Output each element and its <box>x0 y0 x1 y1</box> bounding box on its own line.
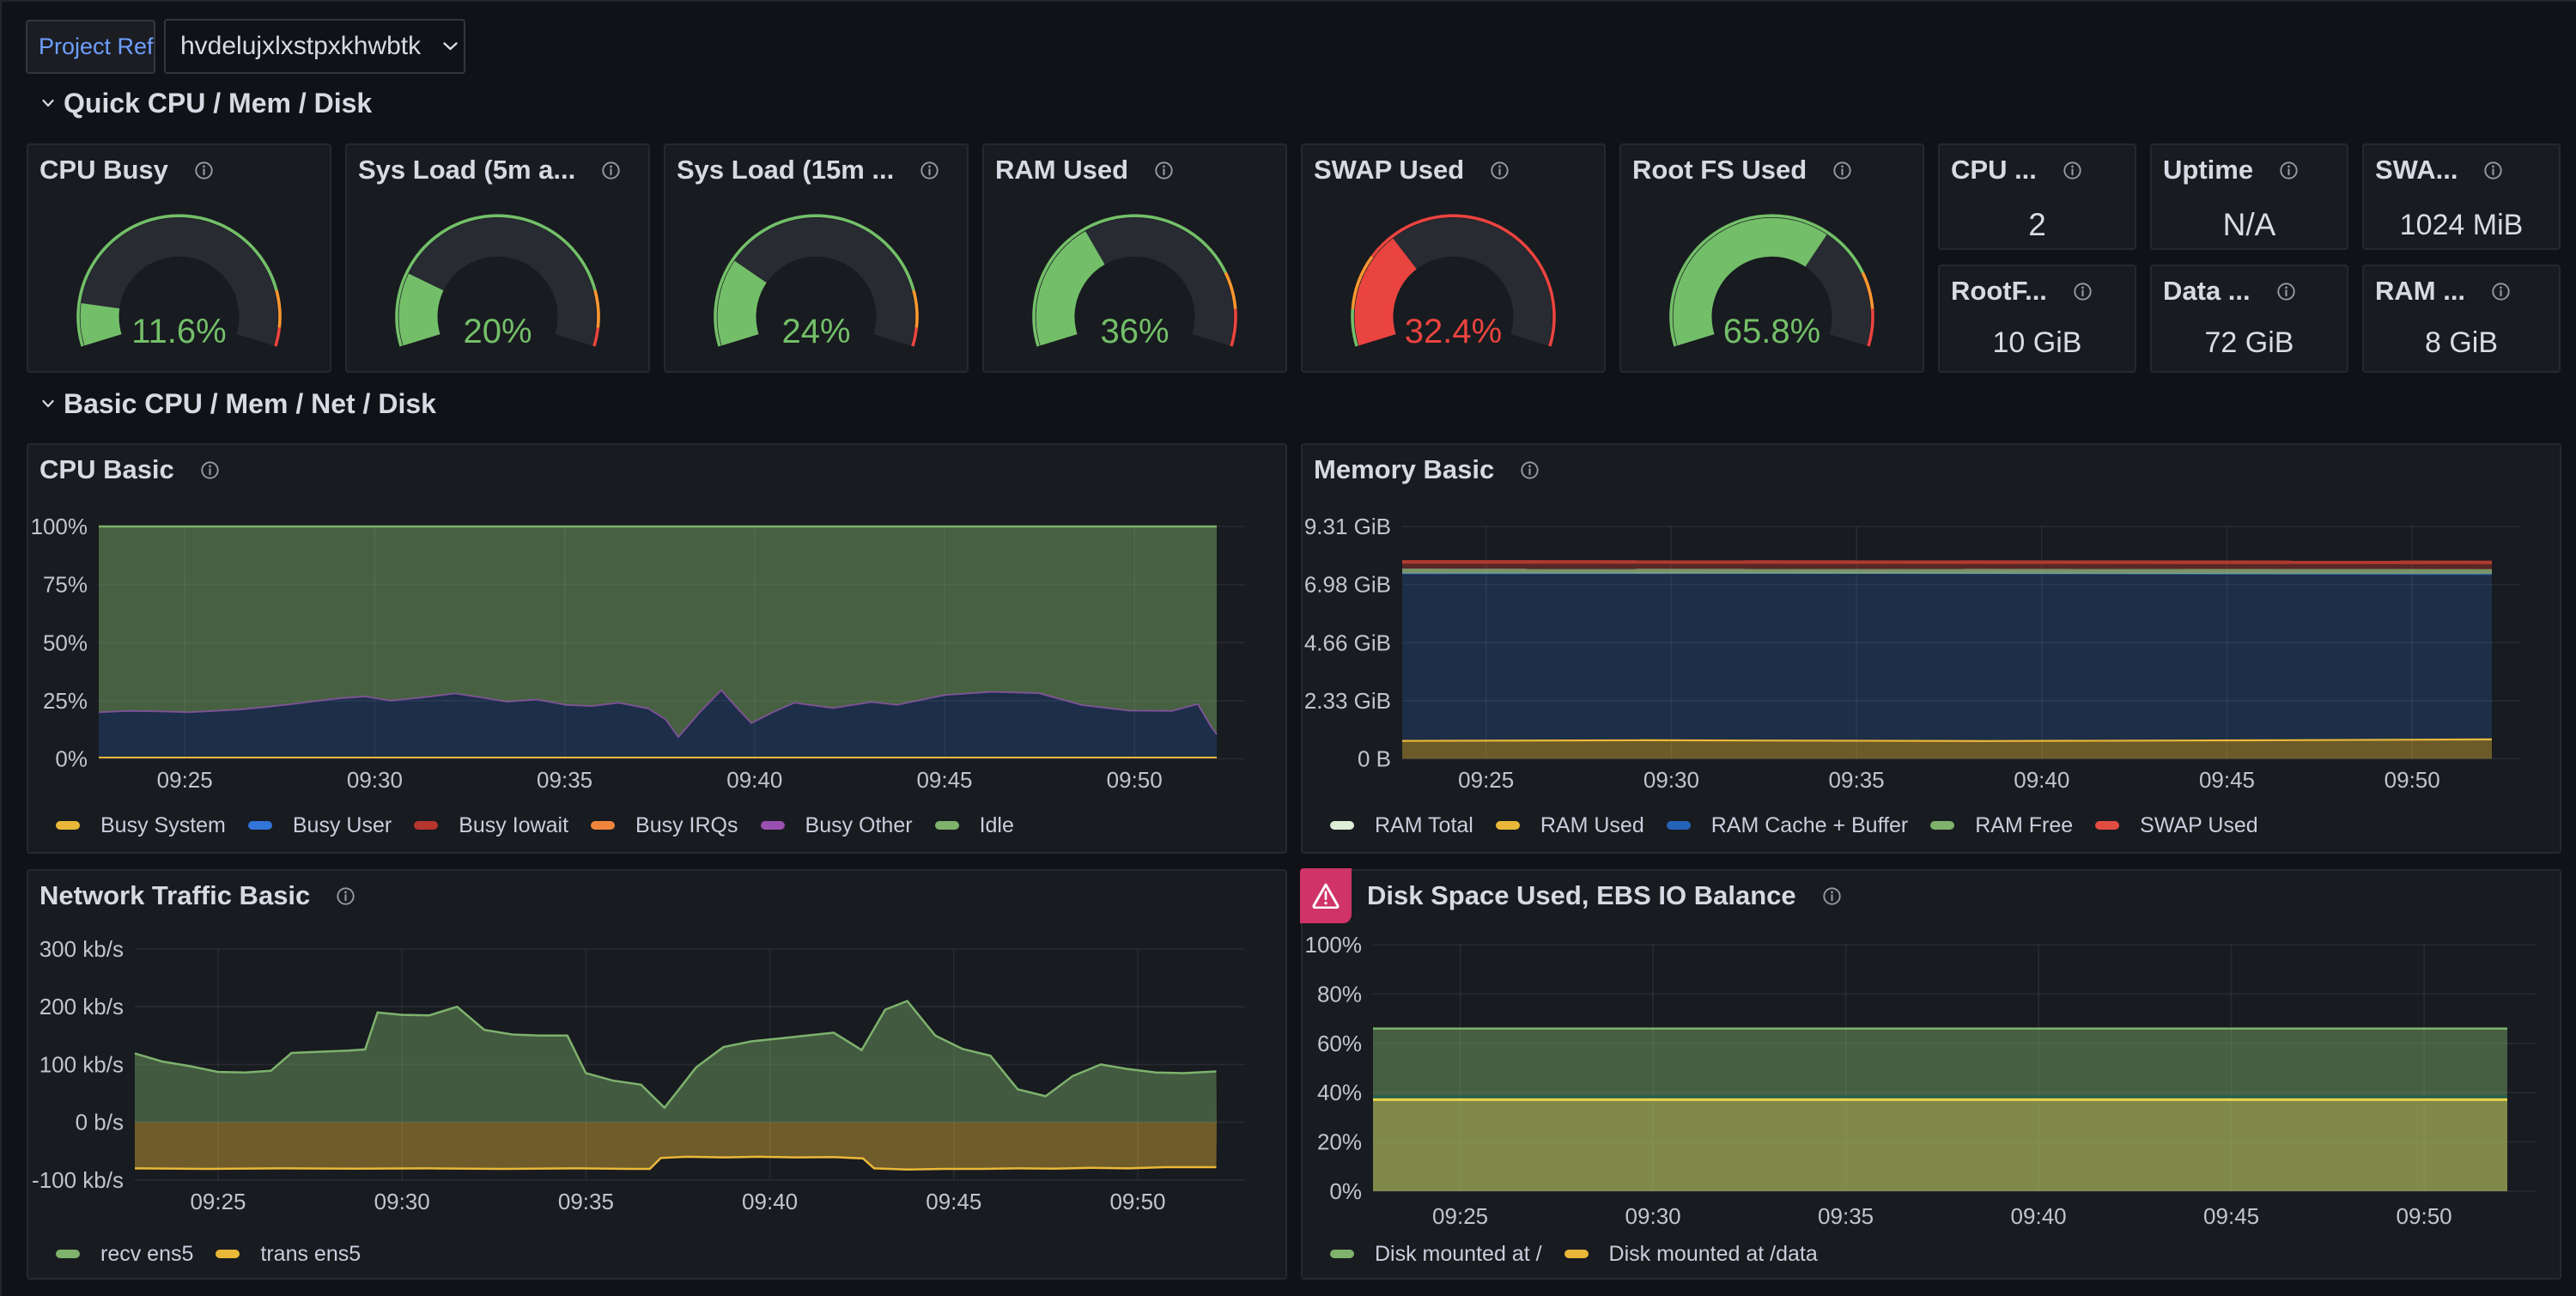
svg-text:32.4%: 32.4% <box>1405 313 1502 350</box>
svg-text:25%: 25% <box>43 688 88 714</box>
svg-text:11.6%: 11.6% <box>131 313 226 350</box>
svg-text:09:25: 09:25 <box>1432 1203 1488 1229</box>
svg-text:0 b/s: 0 b/s <box>76 1110 124 1135</box>
svg-text:65.8%: 65.8% <box>1723 313 1820 350</box>
svg-text:09:40: 09:40 <box>2011 1203 2067 1229</box>
svg-text:09:45: 09:45 <box>926 1189 981 1214</box>
svg-text:09:45: 09:45 <box>2199 767 2255 793</box>
svg-text:09:40: 09:40 <box>2014 767 2069 793</box>
svg-text:09:35: 09:35 <box>1829 767 1885 793</box>
svg-text:36%: 36% <box>1100 313 1169 350</box>
svg-text:9.31 GiB: 9.31 GiB <box>1304 514 1391 539</box>
svg-text:2.33 GiB: 2.33 GiB <box>1304 688 1391 714</box>
svg-text:4.66 GiB: 4.66 GiB <box>1304 630 1391 655</box>
svg-text:09:35: 09:35 <box>537 767 592 793</box>
svg-text:200 kb/s: 200 kb/s <box>39 994 124 1019</box>
svg-text:09:50: 09:50 <box>2397 1203 2452 1229</box>
svg-text:0 B: 0 B <box>1358 746 1391 772</box>
svg-text:0%: 0% <box>55 746 88 772</box>
svg-text:24%: 24% <box>781 313 850 350</box>
svg-text:100%: 100% <box>1305 932 1363 958</box>
svg-text:09:50: 09:50 <box>1107 767 1163 793</box>
svg-text:09:40: 09:40 <box>726 767 782 793</box>
svg-text:09:30: 09:30 <box>1625 1203 1681 1229</box>
svg-text:09:30: 09:30 <box>347 767 403 793</box>
svg-text:300 kb/s: 300 kb/s <box>39 936 124 962</box>
svg-text:-100 kb/s: -100 kb/s <box>32 1167 124 1193</box>
svg-text:09:25: 09:25 <box>157 767 213 793</box>
svg-text:09:25: 09:25 <box>190 1189 246 1214</box>
svg-text:0%: 0% <box>1329 1178 1362 1204</box>
svg-text:09:50: 09:50 <box>1109 1189 1165 1214</box>
svg-text:09:45: 09:45 <box>2203 1203 2259 1229</box>
svg-text:20%: 20% <box>1317 1129 1362 1155</box>
svg-text:60%: 60% <box>1317 1031 1362 1056</box>
svg-text:09:45: 09:45 <box>916 767 972 793</box>
svg-text:75%: 75% <box>43 572 88 598</box>
svg-text:50%: 50% <box>43 630 88 655</box>
svg-text:09:30: 09:30 <box>374 1189 430 1214</box>
svg-text:20%: 20% <box>463 313 532 350</box>
svg-text:6.98 GiB: 6.98 GiB <box>1304 572 1391 598</box>
svg-text:80%: 80% <box>1317 981 1362 1007</box>
svg-text:09:50: 09:50 <box>2385 767 2440 793</box>
svg-text:09:25: 09:25 <box>1458 767 1514 793</box>
svg-text:09:40: 09:40 <box>742 1189 798 1214</box>
svg-text:100%: 100% <box>31 514 88 539</box>
svg-text:100 kb/s: 100 kb/s <box>39 1051 124 1077</box>
svg-text:09:35: 09:35 <box>558 1189 614 1214</box>
svg-text:40%: 40% <box>1317 1080 1362 1105</box>
svg-text:09:30: 09:30 <box>1643 767 1699 793</box>
svg-text:09:35: 09:35 <box>1818 1203 1874 1229</box>
